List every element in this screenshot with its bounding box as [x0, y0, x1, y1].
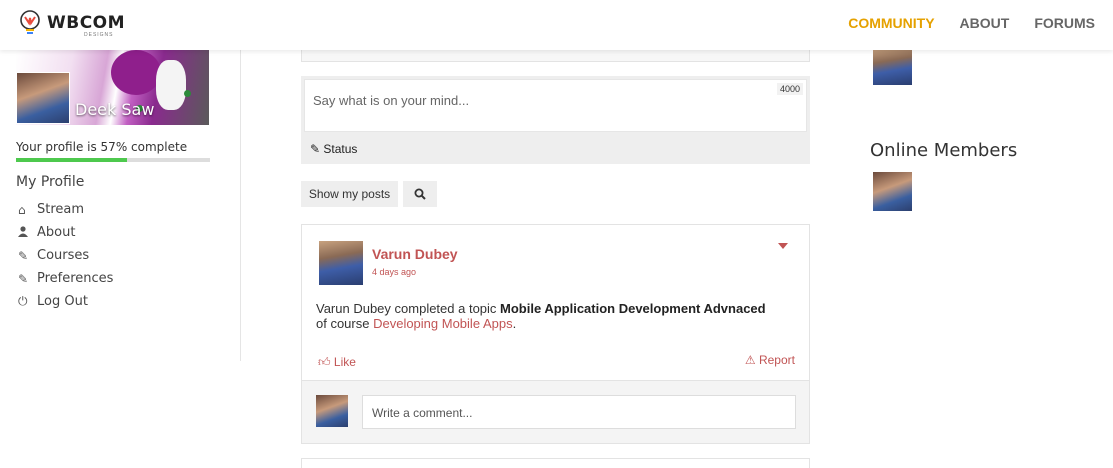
comment-placeholder: Write a comment... — [372, 406, 473, 420]
nav-community[interactable]: COMMUNITY — [848, 15, 934, 31]
comment-area: Write a comment... — [302, 380, 809, 443]
site-header: WBCOM DESIGNS COMMUNITY ABOUT FORUMS — [0, 0, 1113, 50]
edit-icon: ✎ — [18, 271, 29, 286]
profile-progress-bar — [16, 158, 210, 162]
show-my-posts-button[interactable]: Show my posts — [301, 181, 398, 207]
profile-name[interactable]: Deek Saw — [75, 100, 154, 119]
menu-item-label: Preferences — [37, 271, 114, 286]
menu-item-preferences[interactable]: ✎ Preferences — [18, 267, 113, 290]
logo-subtext: DESIGNS — [84, 32, 114, 38]
search-button[interactable] — [403, 181, 437, 207]
report-button[interactable]: ⚠ Report — [745, 353, 795, 367]
nav-about[interactable]: ABOUT — [960, 15, 1010, 31]
menu-item-label: Courses — [37, 248, 90, 263]
nav-forums[interactable]: FORUMS — [1034, 15, 1095, 31]
menu-item-logout[interactable]: ⏻ Log Out — [18, 290, 113, 313]
profile-sidebar: Deek Saw Your profile is 57% complete My… — [0, 50, 241, 361]
status-input[interactable]: Say what is on your mind... 4000 — [304, 79, 807, 132]
like-button[interactable]: 👍︎ Like — [318, 355, 356, 370]
menu-item-label: Log Out — [37, 294, 88, 309]
menu-item-about[interactable]: About — [18, 221, 113, 244]
previous-section-edge — [301, 50, 810, 62]
activity-card: Varun Dubey 4 days ago Varun Dubey compl… — [301, 224, 810, 444]
pencil-icon: ✎ — [310, 142, 321, 156]
search-icon — [414, 188, 426, 200]
profile-avatar[interactable] — [16, 72, 70, 124]
activity-time[interactable]: 4 days ago — [372, 267, 416, 277]
post-composer: Say what is on your mind... 4000 ✎ Statu… — [301, 76, 810, 164]
author-name[interactable]: Varun Dubey — [372, 246, 458, 262]
warning-icon: ⚠ — [744, 353, 756, 367]
status-placeholder: Say what is on your mind... — [313, 93, 470, 108]
status-tab[interactable]: ✎ Status — [310, 142, 357, 156]
profile-menu: ⌂ Stream About ✎ Courses ✎ Preferences ⏻… — [18, 198, 113, 313]
activity-topic: Mobile Application Development Advnaced — [500, 301, 766, 316]
profile-progress-fill — [16, 158, 127, 162]
logo-text: WBCOM — [47, 13, 126, 33]
activity-text-mid: of course — [316, 316, 374, 331]
like-label: Like — [333, 355, 356, 369]
main-nav: COMMUNITY ABOUT FORUMS — [848, 15, 1095, 31]
author-avatar[interactable] — [319, 241, 363, 285]
char-counter: 4000 — [776, 83, 803, 95]
menu-item-label: About — [37, 225, 76, 240]
power-icon: ⏻ — [18, 294, 28, 308]
site-logo[interactable]: WBCOM DESIGNS — [18, 9, 128, 39]
profile-cover: Deek Saw — [16, 50, 209, 125]
thumbs-up-icon: 👍︎ — [318, 355, 331, 369]
menu-item-label: Stream — [37, 202, 85, 217]
next-activity-card-edge — [301, 458, 810, 468]
cover-decoration — [111, 50, 161, 95]
home-icon: ⌂ — [18, 202, 26, 217]
cover-decoration — [156, 60, 186, 110]
edit-icon: ✎ — [18, 248, 29, 263]
menu-item-stream[interactable]: ⌂ Stream — [18, 198, 113, 221]
online-member-avatar[interactable] — [873, 172, 912, 211]
member-avatar[interactable] — [873, 48, 912, 85]
menu-item-courses[interactable]: ✎ Courses — [18, 244, 113, 267]
profile-progress-text: Your profile is 57% complete — [16, 140, 188, 154]
report-label: Report — [758, 353, 795, 367]
activity-text-end: . — [512, 316, 517, 331]
status-tab-label: Status — [323, 142, 358, 156]
course-link[interactable]: Developing Mobile Apps — [373, 316, 512, 331]
activity-text-prefix: Varun Dubey completed a topic — [316, 301, 501, 316]
online-members-title: Online Members — [870, 140, 1018, 161]
chevron-down-icon[interactable] — [778, 243, 788, 249]
profile-menu-title: My Profile — [16, 174, 85, 190]
user-icon — [18, 225, 37, 240]
comment-input[interactable]: Write a comment... — [362, 395, 796, 429]
commenter-avatar — [316, 395, 348, 427]
logo-bulb-icon — [20, 10, 40, 34]
activity-text: Varun Dubey completed a topic Mobile App… — [316, 301, 776, 331]
cover-decoration — [184, 90, 191, 97]
